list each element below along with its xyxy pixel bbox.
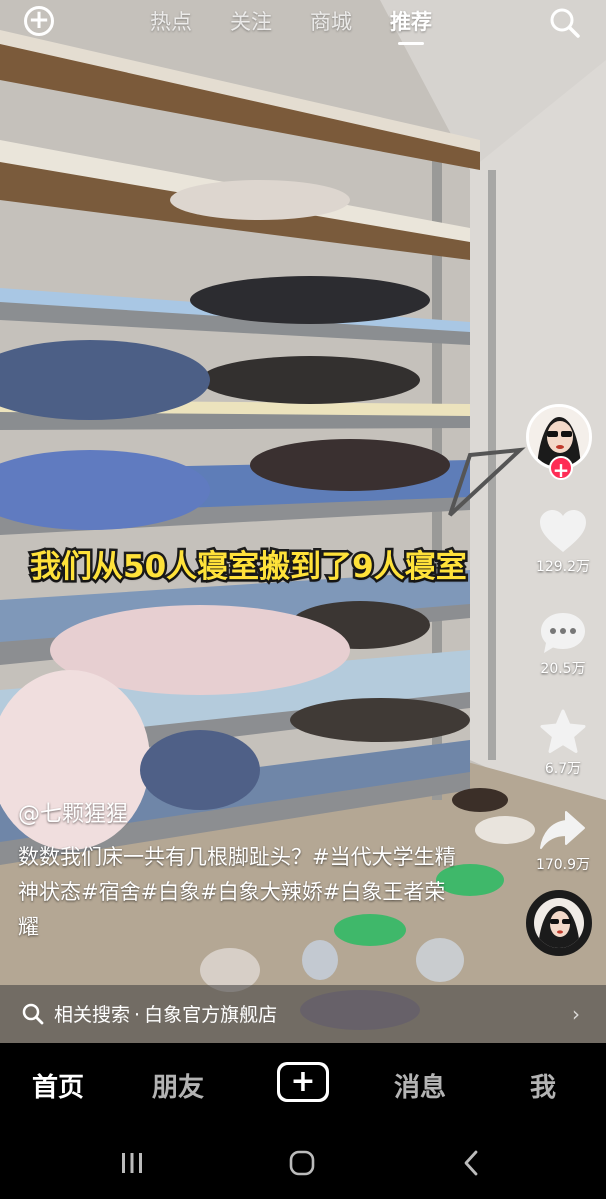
home-icon[interactable] [288, 1149, 316, 1177]
heart-icon [540, 510, 586, 552]
video-description[interactable]: 数数我们床一共有几根脚趾头？#当代大学生精神状态#宿舍#白象#白象大辣娇#白象王… [18, 840, 458, 945]
comment-button[interactable]: 20.5万 [520, 610, 606, 678]
plus-icon: + [280, 1065, 326, 1099]
share-arrow-icon [540, 811, 585, 849]
star-icon [540, 709, 586, 753]
system-navigation-bar [0, 1127, 606, 1199]
tab-me[interactable]: 我 [530, 1067, 556, 1104]
tab-friends[interactable]: 朋友 [152, 1067, 204, 1104]
share-button[interactable]: 170.9万 [520, 808, 606, 874]
video-overlay-caption: 我们从50人寝室搬到了9人寝室 [28, 547, 470, 588]
create-button[interactable]: + [277, 1062, 329, 1102]
related-search-bar[interactable]: 相关搜索 · 白象官方旗舰店 › [0, 985, 606, 1043]
screen: + 热点 关注 商城 推荐 我们从50人寝室搬到了9人寝室 + 129.2万 2… [0, 0, 606, 1199]
author-name[interactable]: @七颗猩猩 [18, 796, 128, 828]
music-cover-image [534, 898, 584, 948]
add-icon[interactable]: + [24, 6, 54, 36]
related-search-query: 白象官方旗舰店 [144, 1004, 278, 1026]
comment-icon [541, 613, 585, 653]
follow-plus-icon[interactable]: + [549, 456, 573, 482]
favorite-button[interactable]: 6.7万 [520, 708, 606, 778]
favorite-count: 6.7万 [544, 761, 582, 777]
related-search-separator: · [134, 1004, 141, 1026]
related-search-prefix: 相关搜索 [54, 1004, 131, 1026]
feed-tabs: 热点 关注 商城 推荐 [150, 6, 432, 45]
tab-messages[interactable]: 消息 [394, 1067, 446, 1104]
chevron-right-icon: › [572, 1002, 580, 1026]
related-search-text: 相关搜索 · 白象官方旗舰店 [54, 1000, 277, 1027]
recent-apps-icon[interactable] [118, 1149, 146, 1177]
search-icon[interactable] [548, 6, 582, 40]
search-icon [22, 1003, 44, 1025]
tab-mall[interactable]: 商城 [310, 6, 352, 40]
like-count: 129.2万 [535, 559, 591, 575]
top-navigation: + 热点 关注 商城 推荐 [0, 0, 606, 46]
tab-home[interactable]: 首页 [32, 1067, 84, 1104]
music-disc[interactable] [526, 890, 592, 956]
tab-hot[interactable]: 热点 [150, 6, 192, 40]
tab-following[interactable]: 关注 [230, 6, 272, 40]
comment-count: 20.5万 [540, 661, 586, 677]
back-icon[interactable] [458, 1149, 486, 1177]
share-count: 170.9万 [535, 857, 591, 873]
bottom-tab-bar: 首页 朋友 + 消息 我 [0, 1043, 606, 1127]
tab-recommended[interactable]: 推荐 [390, 6, 432, 45]
like-button[interactable]: 129.2万 [520, 508, 606, 576]
